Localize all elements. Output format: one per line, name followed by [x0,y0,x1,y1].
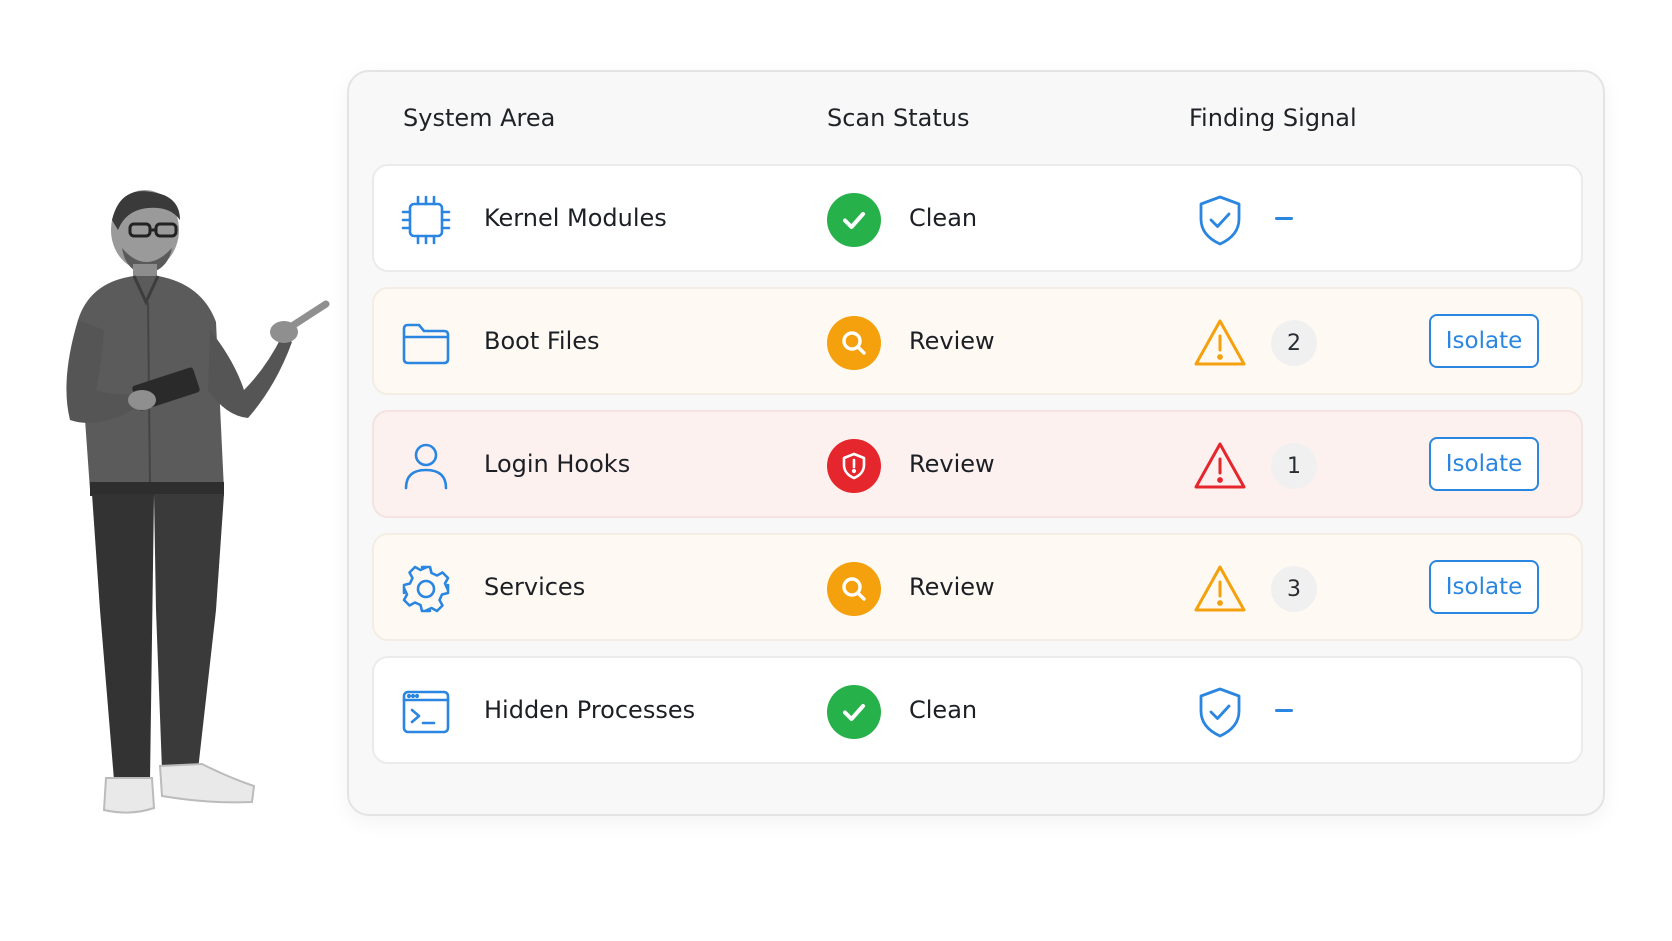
shield-check-icon [1199,195,1241,246]
table-row-boot-files: Boot Files Review 2 Isolate [372,287,1583,395]
finding-count-badge: 3 [1271,566,1317,612]
row-status-label: Review [909,327,995,355]
check-circle-icon [827,193,881,247]
row-status-label: Review [909,573,995,601]
column-header-scan-status: Scan Status [827,104,970,132]
warning-amber-icon [1194,319,1246,366]
isolate-button-login-hooks[interactable]: Isolate [1429,437,1539,491]
check-circle-icon [827,685,881,739]
row-area-label: Kernel Modules [484,204,667,232]
warning-red-icon [1194,442,1246,489]
chip-icon [401,195,451,245]
terminal-icon [402,690,450,734]
no-findings-dash [1275,217,1293,220]
user-icon [404,443,448,490]
gear-icon [402,565,450,613]
row-status-label: Clean [909,204,978,232]
isolate-button-boot-files[interactable]: Isolate [1429,314,1539,368]
row-status-label: Review [909,450,995,478]
row-status-label: Clean [909,696,978,724]
row-area-label: Login Hooks [484,450,631,478]
shield-check-icon [1199,687,1241,738]
row-area-label: Boot Files [484,327,600,355]
finding-count-badge: 2 [1271,320,1317,366]
warning-amber-icon [1194,565,1246,612]
finding-count-badge: 1 [1271,443,1317,489]
no-findings-dash [1275,709,1293,712]
column-header-finding-signal: Finding Signal [1189,104,1357,132]
search-circle-icon [827,316,881,370]
row-area-label: Services [484,573,586,601]
table-row-services: Services Review 3 Isolate [372,533,1583,641]
table-row-login-hooks: Login Hooks Review 1 Isolate [372,410,1583,518]
table-row-kernel-modules: Kernel Modules Clean [372,164,1583,272]
stage: System Area Scan Status Finding Signal K… [0,0,1672,941]
table-row-hidden-processes: Hidden Processes Clean [372,656,1583,764]
row-area-label: Hidden Processes [484,696,696,724]
search-circle-icon [827,562,881,616]
folder-icon [402,323,450,365]
scan-results-panel: System Area Scan Status Finding Signal K… [347,70,1605,816]
isolate-button-services[interactable]: Isolate [1429,560,1539,614]
shield-alert-circle-icon [827,439,881,493]
column-header-system-area: System Area [403,104,556,132]
presenter-illustration [66,190,330,814]
